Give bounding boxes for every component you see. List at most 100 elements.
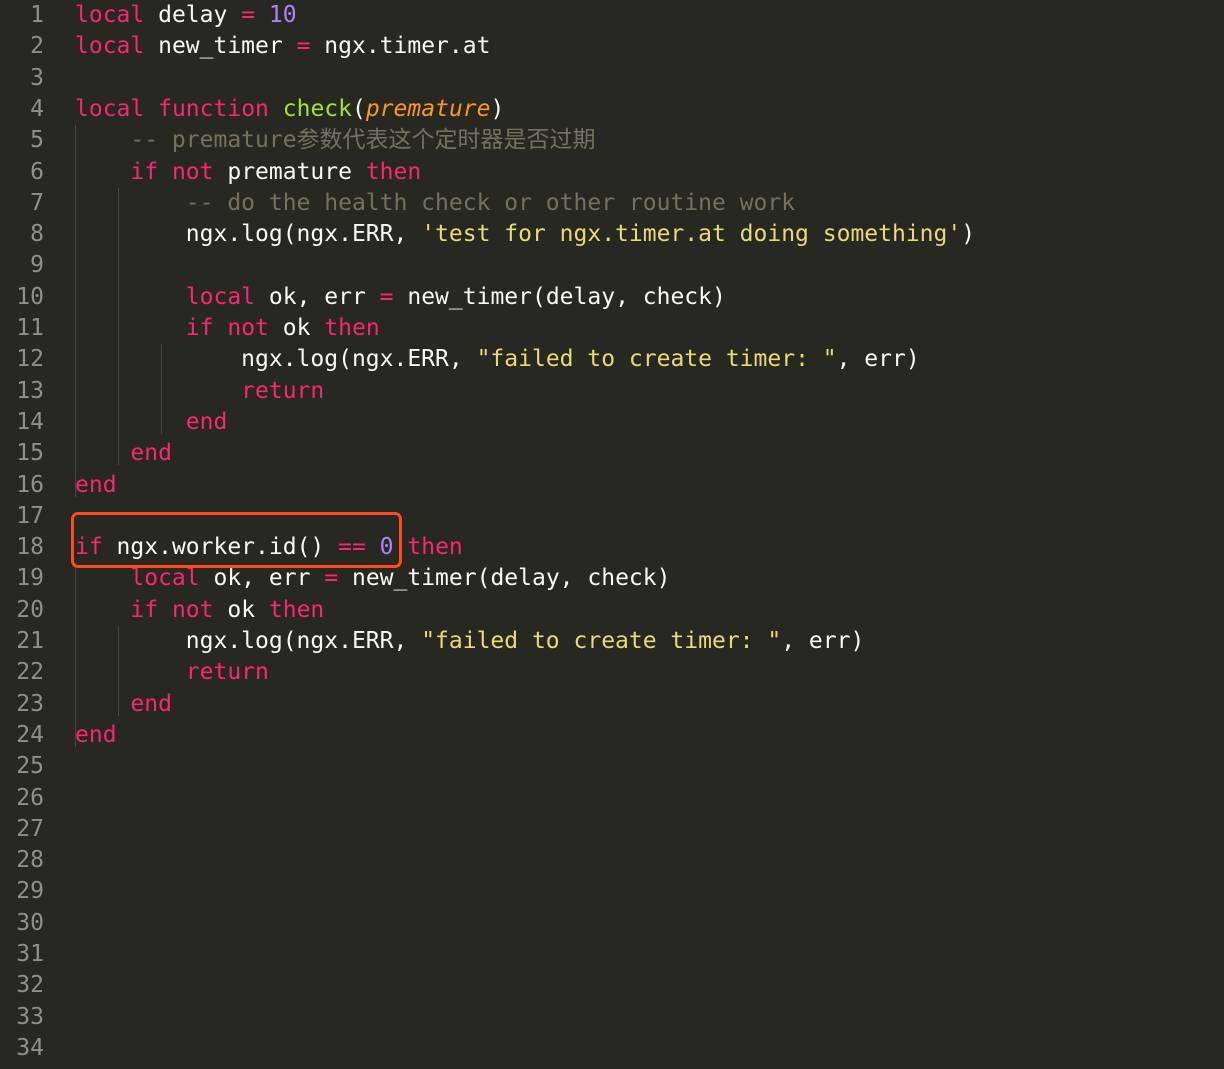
- code-token: (: [352, 95, 366, 122]
- code-text: end: [75, 689, 172, 720]
- indent-guide: [75, 563, 76, 748]
- line-number: 9: [30, 252, 44, 279]
- code-token: ok: [268, 315, 325, 341]
- code-line[interactable]: 15 end: [0, 438, 1224, 469]
- code-line[interactable]: 5 -- premature参数代表这个定时器是否过期: [0, 125, 1224, 156]
- code-line[interactable]: 3: [0, 63, 1224, 94]
- code-token: not: [171, 596, 214, 623]
- line-number: 13: [16, 377, 44, 404]
- code-token: , err): [781, 628, 865, 654]
- code-token: 'test for ngx.timer.at doing something': [421, 221, 962, 248]
- code-line[interactable]: 16 end: [0, 470, 1224, 501]
- code-text: if not ok then: [75, 313, 380, 344]
- code-line[interactable]: 22 return: [0, 657, 1224, 688]
- code-line[interactable]: 26: [0, 783, 1224, 814]
- code-line[interactable]: 28: [0, 845, 1224, 876]
- code-line[interactable]: 30: [0, 908, 1224, 939]
- code-token: local: [130, 565, 200, 592]
- line-number: 28: [16, 847, 44, 874]
- code-line[interactable]: 4 local function check(premature): [0, 94, 1224, 125]
- code-line[interactable]: 7 -- do the health check or other routin…: [0, 188, 1224, 219]
- code-token: premature: [365, 95, 491, 122]
- code-line[interactable]: 10 local ok, err = new_timer(delay, chec…: [0, 282, 1224, 313]
- line-number: 2: [30, 33, 44, 60]
- code-token: =: [296, 33, 311, 60]
- code-token: if: [130, 158, 159, 185]
- code-line[interactable]: 24 end: [0, 720, 1224, 751]
- code-text: if not premature then: [75, 157, 421, 188]
- code-line[interactable]: 12 ngx.log(ngx.ERR, "failed to create ti…: [0, 344, 1224, 375]
- indent-guide: [118, 187, 119, 466]
- code-token: "failed to create timer: ": [476, 346, 837, 373]
- code-line[interactable]: 2 local new_timer = ngx.timer.at: [0, 31, 1224, 62]
- code-token: end: [130, 440, 172, 467]
- line-number: 6: [30, 158, 44, 185]
- code-line[interactable]: 1 local delay = 10: [0, 0, 1224, 31]
- indent-guide: [161, 344, 162, 435]
- code-line[interactable]: 29: [0, 876, 1224, 907]
- code-text: return: [75, 657, 269, 688]
- code-token: local: [75, 33, 145, 60]
- code-token: then: [407, 534, 463, 561]
- code-text: end: [75, 720, 117, 751]
- code-token: =: [379, 283, 394, 310]
- code-line[interactable]: 31: [0, 939, 1224, 970]
- indent-guide: [75, 125, 76, 497]
- code-line[interactable]: 19 local ok, err = new_timer(delay, chec…: [0, 563, 1224, 594]
- code-token: ngx.log(ngx.ERR,: [75, 346, 477, 373]
- line-number: 21: [16, 628, 44, 654]
- line-number: 5: [30, 127, 44, 154]
- indent-guide: [118, 626, 119, 716]
- line-number: 30: [16, 909, 44, 936]
- code-line[interactable]: 23 end: [0, 689, 1224, 720]
- code-token: return: [241, 377, 325, 404]
- code-token: -- premature参数代表这个定时器是否过期: [130, 127, 596, 154]
- code-line[interactable]: 11 if not ok then: [0, 313, 1224, 344]
- code-line[interactable]: 34: [0, 1033, 1224, 1064]
- code-token: local: [185, 283, 256, 310]
- code-line[interactable]: 32: [0, 970, 1224, 1001]
- code-line[interactable]: 33: [0, 1002, 1224, 1033]
- code-token: return: [185, 659, 269, 686]
- code-token: end: [75, 721, 117, 748]
- code-token: ok, err: [199, 565, 325, 592]
- line-number: 26: [16, 784, 44, 811]
- code-line[interactable]: 8 ngx.log(ngx.ERR, 'test for ngx.timer.a…: [0, 219, 1224, 250]
- line-number: 7: [30, 189, 44, 216]
- code-line[interactable]: 6 if not premature then: [0, 157, 1224, 188]
- line-number: 31: [16, 941, 44, 967]
- code-line[interactable]: 13 return: [0, 376, 1224, 407]
- code-token: ok: [213, 596, 269, 623]
- code-token: if: [130, 596, 159, 623]
- code-line[interactable]: 25: [0, 751, 1224, 782]
- highlight-annotation-box: [71, 512, 402, 568]
- code-token: 10: [268, 2, 297, 28]
- code-token: if: [185, 315, 214, 341]
- code-line[interactable]: 21 ngx.log(ngx.ERR, "failed to create ti…: [0, 626, 1224, 657]
- code-text: local function check(premature): [75, 94, 504, 125]
- line-number: 27: [16, 815, 44, 842]
- code-token: end: [75, 471, 117, 498]
- code-line[interactable]: 14 end: [0, 407, 1224, 438]
- code-line[interactable]: 27: [0, 814, 1224, 845]
- code-text: if not ok then: [75, 595, 324, 626]
- line-number: 11: [16, 315, 44, 341]
- code-text: end: [75, 470, 117, 501]
- code-editor[interactable]: 1 local delay = 10 2 local new_timer = ngx.…: [0, 0, 1224, 1069]
- code-text: -- premature参数代表这个定时器是否过期: [75, 125, 596, 156]
- code-token: =: [241, 2, 256, 28]
- code-line[interactable]: 9: [0, 250, 1224, 281]
- line-number: 25: [16, 753, 44, 780]
- code-text: local ok, err = new_timer(delay, check): [75, 563, 670, 594]
- code-line[interactable]: 20 if not ok then: [0, 595, 1224, 626]
- code-token: , err): [836, 346, 920, 373]
- code-token: local: [75, 2, 145, 28]
